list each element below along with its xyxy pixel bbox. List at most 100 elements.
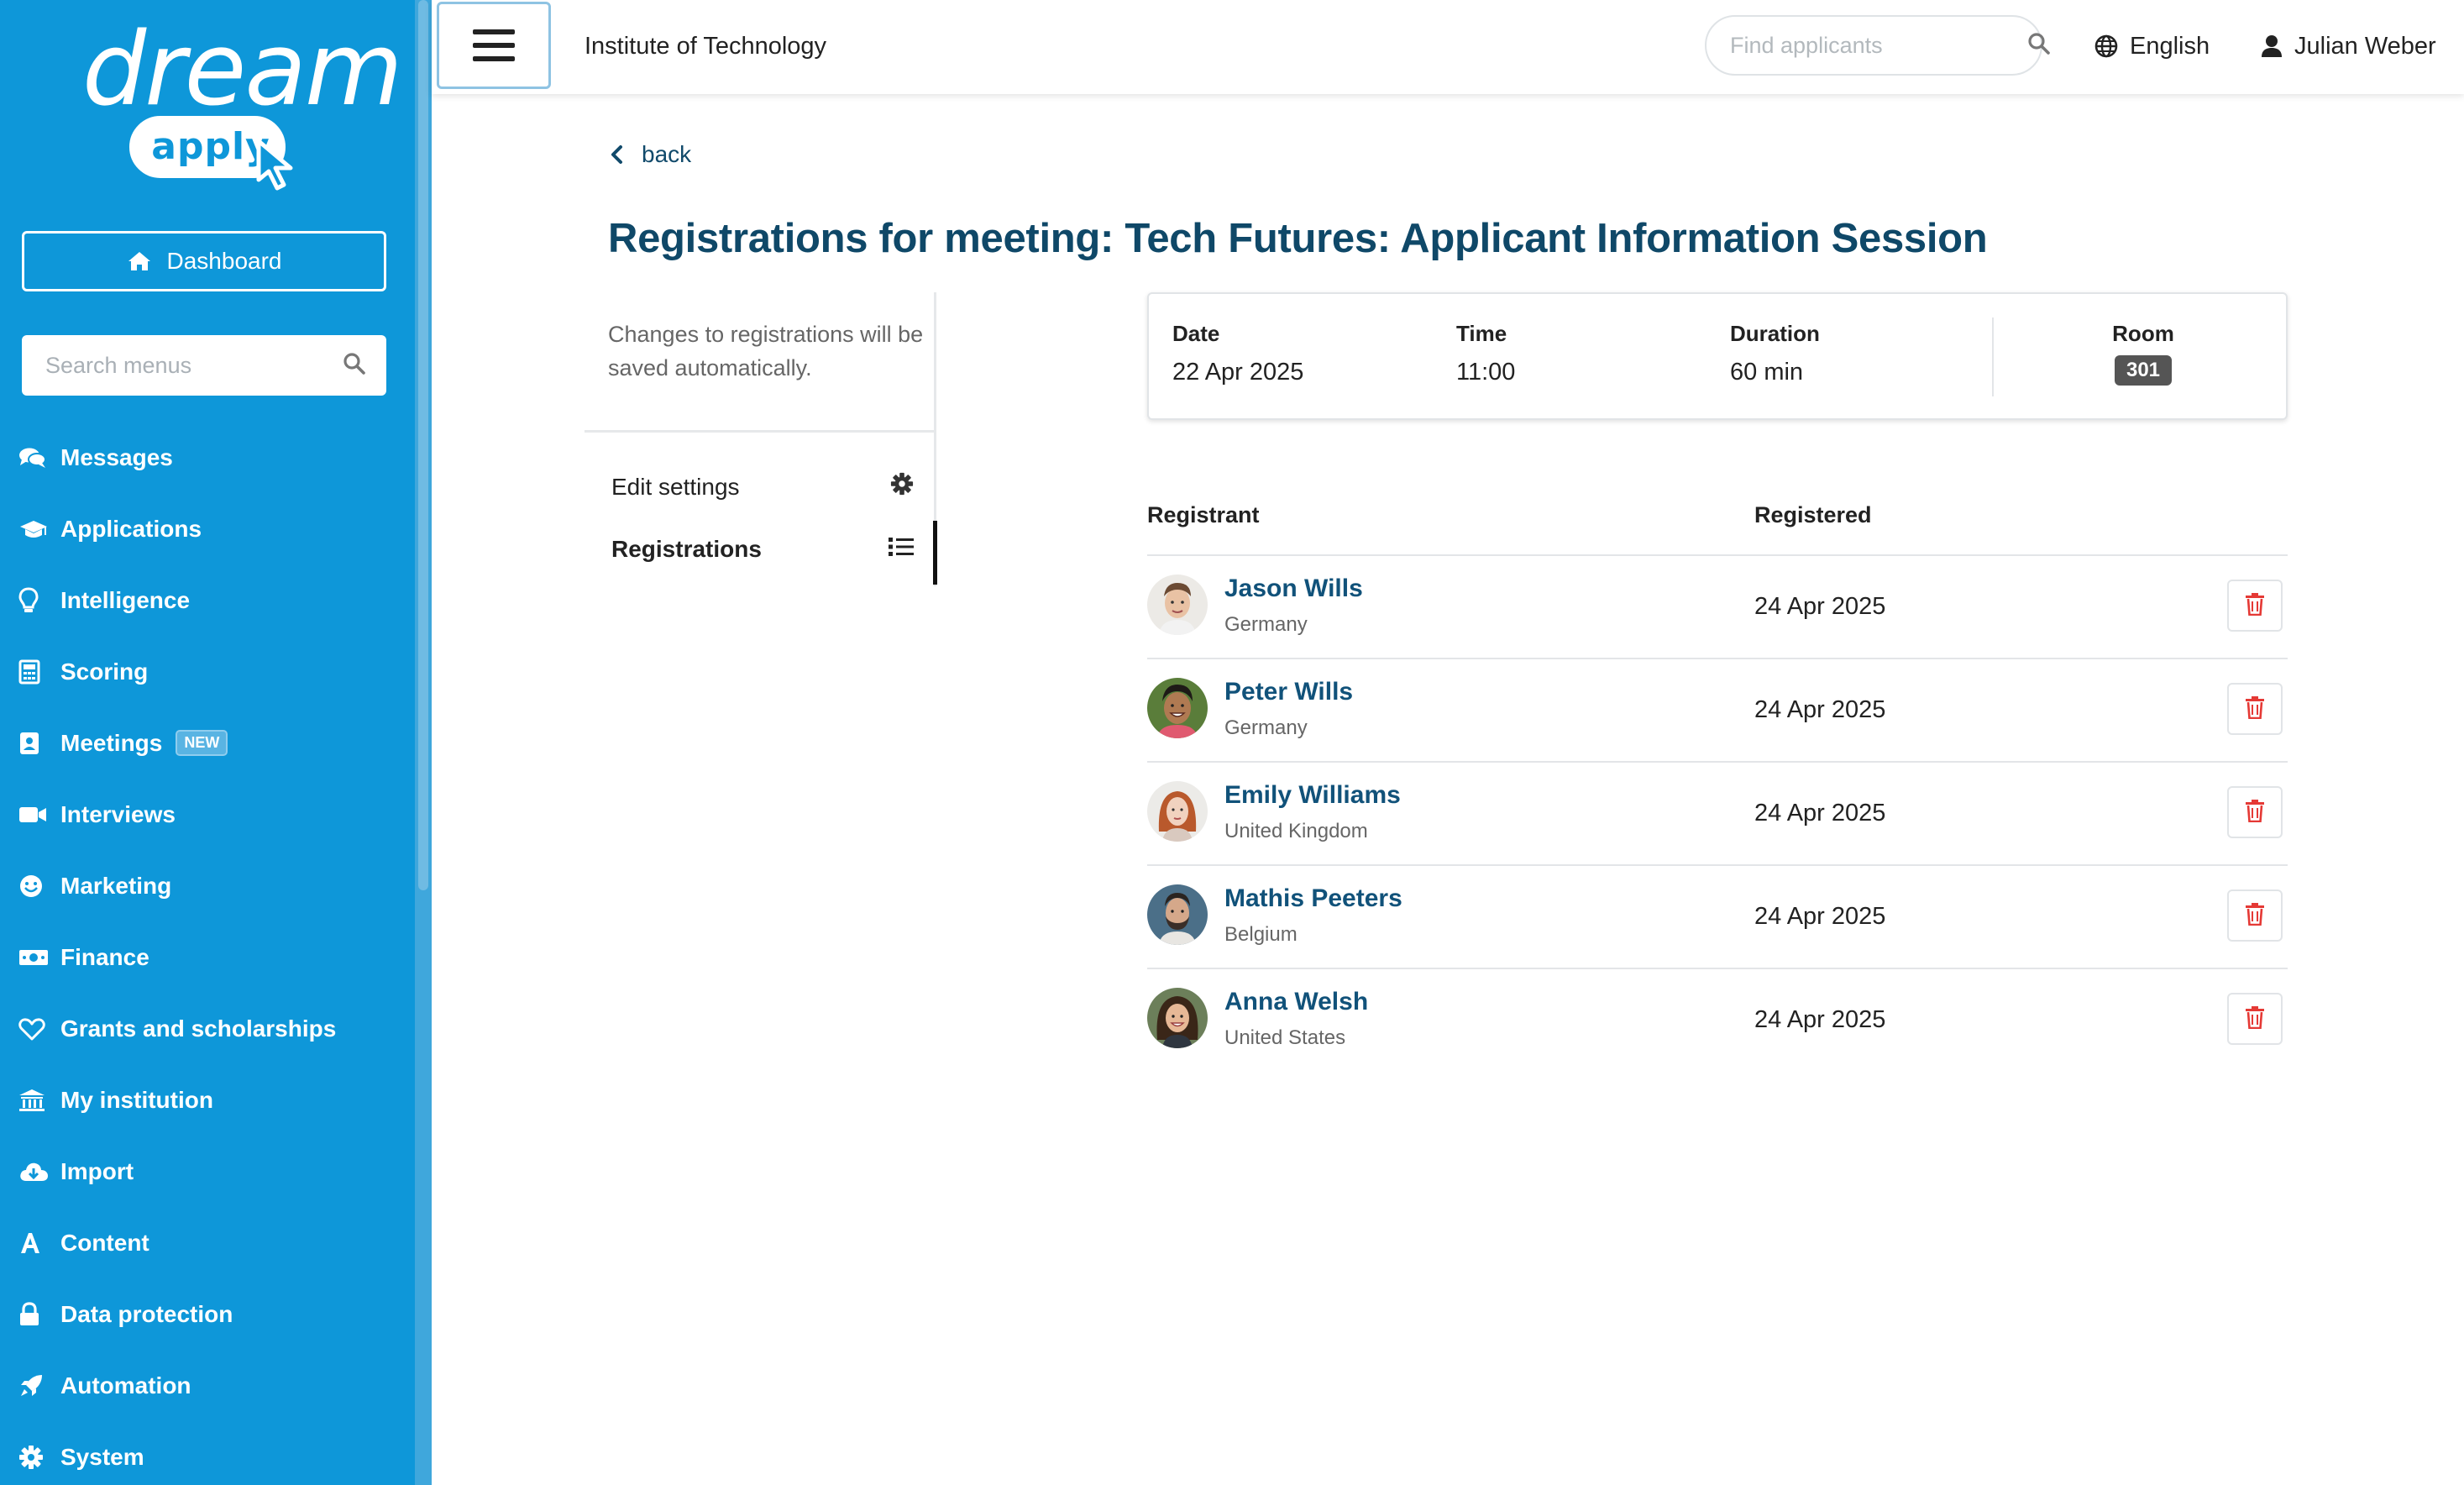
comments-icon	[18, 447, 60, 469]
language-selector[interactable]: English	[2094, 0, 2210, 92]
edit-settings-link[interactable]: Edit settings	[611, 472, 914, 501]
sidebar-item-grants-and-scholarships[interactable]: Grants and scholarships	[0, 993, 415, 1064]
sidebar-item-label: Interviews	[60, 800, 176, 827]
table-row: Emily Williams United Kingdom 24 Apr 202…	[1147, 763, 2288, 866]
table-header: Registrant Registered	[1147, 496, 2288, 556]
hamburger-icon	[473, 29, 515, 34]
registered-date: 24 Apr 2025	[1754, 903, 1886, 930]
time-label: Time	[1456, 321, 1507, 346]
sidebar-item-label: Content	[60, 1229, 149, 1256]
room-badge: 301	[2114, 355, 2173, 386]
menu-search-input[interactable]	[45, 352, 343, 379]
trash-icon	[2245, 592, 2265, 620]
sidebar-item-scoring[interactable]: Scoring	[0, 636, 415, 707]
time-value: 11:00	[1456, 359, 1516, 386]
sidebar-item-label: Messages	[60, 443, 173, 470]
registrations-table: Registrant Registered Jason Wills German…	[1147, 496, 2288, 1073]
sidebar-item-label: Import	[60, 1157, 134, 1184]
sidebar-scrollbar[interactable]	[415, 0, 432, 1485]
delete-registration-button[interactable]	[2227, 993, 2283, 1045]
registrant-name[interactable]: Emily Williams	[1224, 781, 1401, 810]
avatar	[1147, 781, 1208, 842]
sidebar-item-import[interactable]: Import	[0, 1136, 415, 1207]
date-field: Date 22 Apr 2025	[1172, 321, 1303, 386]
sidebar-item-content[interactable]: Content	[0, 1207, 415, 1278]
list-icon	[889, 536, 914, 563]
search-icon[interactable]	[343, 352, 366, 380]
delete-registration-button[interactable]	[2227, 683, 2283, 735]
new-badge: NEW	[176, 730, 228, 756]
sidebar-item-label: System	[60, 1443, 144, 1470]
delete-registration-button[interactable]	[2227, 786, 2283, 838]
divider	[585, 430, 936, 433]
delete-registration-button[interactable]	[2227, 580, 2283, 632]
registrant-country: United Kingdom	[1224, 820, 1368, 842]
sidebar-scrollbar-thumb[interactable]	[418, 0, 428, 890]
meeting-info-card: Date 22 Apr 2025 Time 11:00 Duration 60 …	[1147, 292, 2288, 420]
registrations-label: Registrations	[611, 536, 762, 562]
sidebar-item-system[interactable]: System	[0, 1421, 415, 1485]
duration-field: Duration 60 min	[1730, 321, 1820, 386]
registered-date: 24 Apr 2025	[1754, 593, 1886, 620]
registrant-country: Germany	[1224, 613, 1308, 636]
search-icon[interactable]	[2027, 32, 2051, 60]
sidebar-item-data-protection[interactable]: Data protection	[0, 1278, 415, 1350]
sidebar-item-my-institution[interactable]: My institution	[0, 1064, 415, 1136]
menu-toggle-button[interactable]	[437, 2, 551, 89]
date-label: Date	[1172, 321, 1220, 346]
back-link[interactable]: back	[610, 141, 691, 168]
avatar	[1147, 988, 1208, 1048]
table-row: Jason Wills Germany 24 Apr 2025	[1147, 556, 2288, 659]
user-menu[interactable]: Julian Weber	[2261, 0, 2436, 92]
sidebar-item-label: Meetings	[60, 729, 163, 756]
sidebar-item-intelligence[interactable]: Intelligence	[0, 564, 415, 636]
dreamapply-logo[interactable]: dream apply	[77, 12, 403, 191]
delete-registration-button[interactable]	[2227, 889, 2283, 942]
trash-icon	[2245, 902, 2265, 930]
sidebar-item-interviews[interactable]: Interviews	[0, 779, 415, 850]
money-icon	[18, 948, 60, 967]
sidebar-item-automation[interactable]: Automation	[0, 1350, 415, 1421]
applicant-search	[1705, 15, 2050, 76]
sidebar-item-finance[interactable]: Finance	[0, 921, 415, 993]
applicant-search-input[interactable]	[1730, 32, 2027, 59]
sidebar-item-label: Finance	[60, 943, 149, 970]
registrant-name[interactable]: Jason Wills	[1224, 575, 1363, 603]
room-field: Room 301	[2093, 321, 2194, 386]
duration-label: Duration	[1730, 321, 1820, 346]
font-icon	[18, 1231, 60, 1255]
cloud-download-icon	[18, 1161, 60, 1183]
id-badge-icon	[18, 731, 60, 756]
registrations-link[interactable]: Registrations	[611, 536, 914, 563]
gear-icon	[890, 472, 914, 501]
autosave-hint: Changes to registrations will be saved a…	[608, 322, 924, 380]
dashboard-button[interactable]: Dashboard	[22, 231, 386, 291]
user-name: Julian Weber	[2294, 32, 2436, 60]
sidebar-item-meetings[interactable]: Meetings NEW	[0, 707, 415, 779]
sidebar-item-marketing[interactable]: Marketing	[0, 850, 415, 921]
avatar	[1147, 678, 1208, 738]
sidebar: dream apply Dashboard Messages Applicati…	[0, 0, 432, 1485]
registrant-name[interactable]: Anna Welsh	[1224, 988, 1368, 1016]
dashboard-label: Dashboard	[166, 248, 282, 274]
registrant-country: Germany	[1224, 716, 1308, 739]
sidebar-item-label: Automation	[60, 1372, 191, 1398]
sidebar-item-label: Scoring	[60, 658, 149, 685]
avatar	[1147, 884, 1208, 945]
lightbulb-icon	[18, 586, 60, 614]
edit-settings-label: Edit settings	[611, 473, 740, 500]
registrant-name[interactable]: Peter Wills	[1224, 678, 1353, 706]
info-separator	[1992, 317, 1994, 396]
cursor-arrow-icon	[256, 139, 293, 191]
sidebar-item-messages[interactable]: Messages	[0, 422, 415, 493]
gear-icon	[18, 1445, 60, 1470]
home-icon	[127, 250, 152, 272]
back-label: back	[642, 141, 692, 167]
active-nav-indicator	[933, 521, 937, 585]
registered-date: 24 Apr 2025	[1754, 696, 1886, 723]
table-row: Anna Welsh United States 24 Apr 2025	[1147, 969, 2288, 1073]
registrant-name[interactable]: Mathis Peeters	[1224, 884, 1402, 913]
trash-icon	[2245, 695, 2265, 723]
sidebar-item-applications[interactable]: Applications	[0, 493, 415, 564]
registrant-country: United States	[1224, 1026, 1346, 1049]
